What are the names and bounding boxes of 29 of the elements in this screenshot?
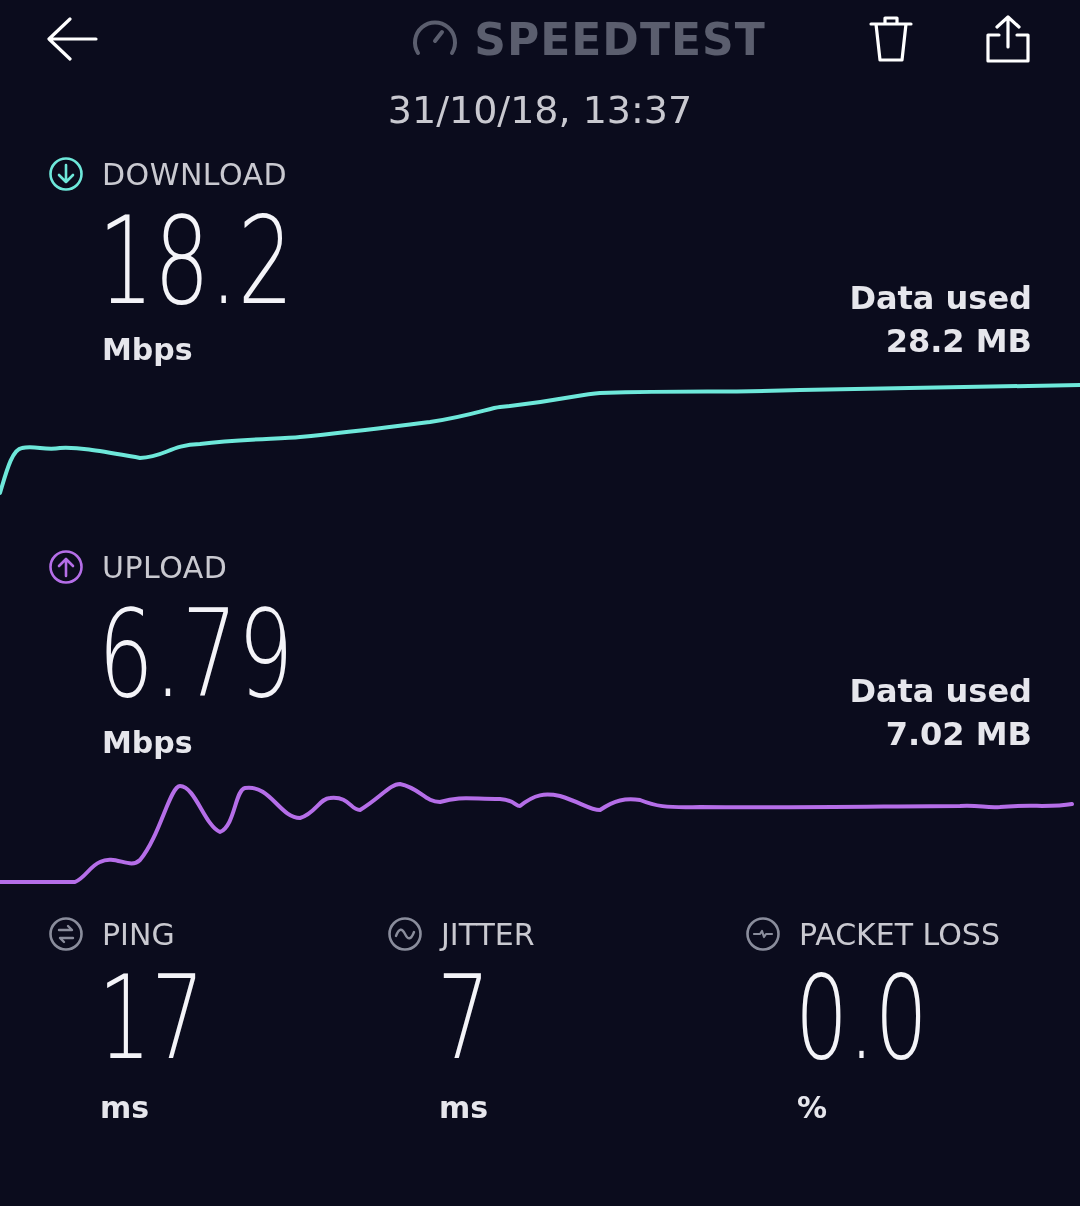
ping-icon (48, 916, 84, 952)
wave-icon (387, 916, 423, 952)
pulse-icon (745, 916, 781, 952)
trash-icon[interactable] (868, 15, 914, 63)
metric-unit: ms (100, 1090, 151, 1125)
app-title: SPEEDTEST (474, 13, 766, 65)
data-used-label: Data used (849, 670, 1032, 712)
metric-unit: ms (439, 1090, 490, 1125)
metric-value: 7 (437, 960, 491, 1076)
metric-value: 0.0 (795, 960, 929, 1076)
download-icon (48, 156, 84, 192)
metric-label: JITTER (441, 916, 535, 952)
data-used-value: 28.2 MB (885, 320, 1032, 362)
speed-unit: Mbps (102, 332, 194, 367)
speed-value: 6.79 (98, 593, 294, 715)
metric-label: PACKET LOSS (799, 916, 1000, 952)
metric-value: 17 (98, 960, 206, 1076)
data-used-value: 7.02 MB (885, 713, 1032, 755)
data-used-label: Data used (849, 277, 1032, 319)
speed-unit: Mbps (102, 725, 194, 760)
share-icon[interactable] (984, 14, 1032, 64)
result-label: UPLOAD (102, 549, 228, 585)
back-arrow-icon[interactable] (46, 17, 98, 61)
upload-icon (48, 549, 84, 585)
result-label: DOWNLOAD (102, 156, 288, 192)
test-date: 31/10/18, 13:37 (386, 88, 694, 132)
speed-value: 18.2 (98, 200, 294, 322)
metric-unit: % (797, 1090, 829, 1125)
metric-label: PING (102, 916, 175, 952)
